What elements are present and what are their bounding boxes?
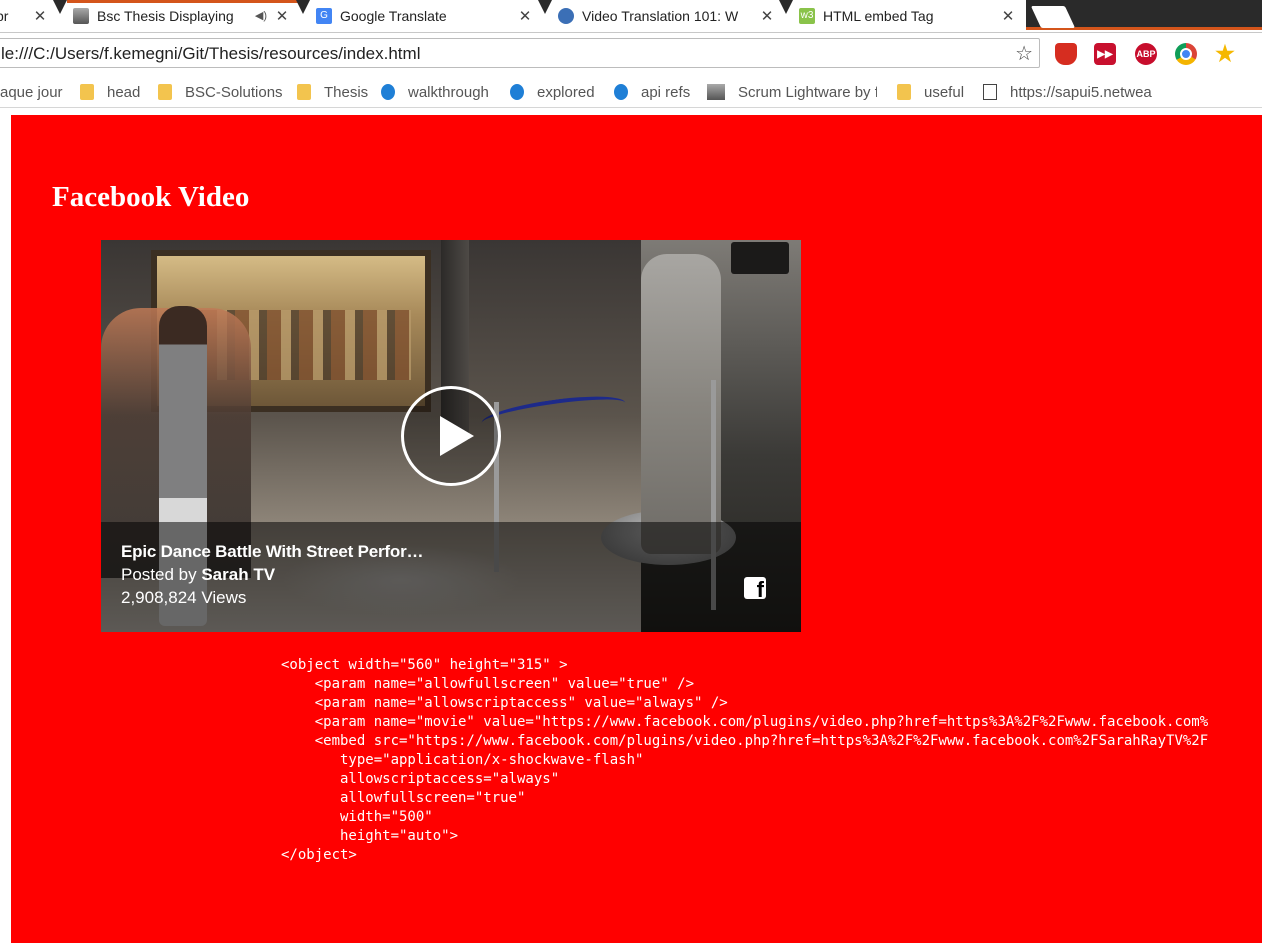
close-icon[interactable]: ✕ bbox=[999, 7, 1017, 25]
video-frame-performer bbox=[641, 254, 721, 554]
close-icon[interactable]: ✕ bbox=[273, 7, 291, 25]
code-line: width="500" bbox=[281, 809, 433, 825]
tab-title: pr bbox=[0, 7, 9, 24]
code-line: <param name="allowfullscreen" value="tru… bbox=[281, 676, 695, 692]
video-frame-rope bbox=[479, 390, 628, 436]
tab-0[interactable]: pr ✕ bbox=[0, 0, 57, 31]
bookmark-label: explored bbox=[537, 83, 595, 101]
forward-extension-icon[interactable]: ▶▶ bbox=[1094, 43, 1116, 65]
tab-2[interactable]: G Google Translate ✕ bbox=[310, 0, 542, 31]
code-line: <embed src="https://www.facebook.com/plu… bbox=[281, 733, 1209, 749]
facebook-logo-glyph: f bbox=[756, 577, 764, 600]
globe-icon bbox=[510, 84, 524, 100]
code-line: <param name="movie" value="https://www.f… bbox=[281, 714, 1209, 730]
bookmark-item[interactable]: https://sapui5.netwea bbox=[983, 82, 1153, 102]
posted-by-label: Posted by bbox=[121, 565, 197, 584]
video-author[interactable]: Sarah TV bbox=[201, 565, 275, 584]
tab-title: Video Translation 101: W bbox=[582, 7, 739, 24]
w3schools-icon: w3 bbox=[799, 7, 815, 24]
facebook-video-player[interactable]: Epic Dance Battle With Street Perfor… Po… bbox=[101, 240, 801, 632]
globe-icon bbox=[381, 84, 395, 100]
code-line: allowfullscreen="true" bbox=[281, 790, 526, 806]
play-button[interactable] bbox=[401, 386, 501, 486]
page-title: Facebook Video bbox=[52, 181, 250, 213]
tab-strip: pr ✕ Bsc Thesis Displaying ◀) ✕ G Google… bbox=[0, 0, 1262, 33]
toolbar: le:///C:/Users/f.kemegni/Git/Thesis/reso… bbox=[0, 33, 1262, 76]
bookmark-label: head bbox=[107, 83, 141, 101]
bookmark-star-icon[interactable]: ☆ bbox=[1015, 41, 1033, 66]
chrome-icon[interactable] bbox=[1175, 43, 1197, 65]
bookmark-item[interactable]: BSC-Solutions bbox=[158, 82, 283, 102]
close-icon[interactable]: ✕ bbox=[758, 7, 776, 25]
google-translate-icon: G bbox=[316, 7, 332, 24]
bookmarks-bar: aque jour head BSC-Solutions Thesis walk… bbox=[0, 76, 1262, 108]
bookmark-item[interactable]: aque jour bbox=[0, 82, 63, 102]
favorite-star-icon[interactable]: ★ bbox=[1214, 41, 1236, 66]
bookmark-label: aque jour bbox=[0, 83, 63, 101]
tab-title: Bsc Thesis Displaying bbox=[97, 7, 234, 24]
document-icon bbox=[983, 84, 997, 100]
page-content: Facebook Video Epic Dance Battle With St… bbox=[11, 115, 1262, 943]
bookmark-item[interactable]: useful bbox=[897, 82, 964, 102]
code-line: type="application/x-shockwave-flash" bbox=[281, 752, 644, 768]
video-info-overlay: Epic Dance Battle With Street Perfor… Po… bbox=[101, 522, 801, 632]
tab-title: HTML embed Tag bbox=[823, 7, 934, 24]
tab-title: Google Translate bbox=[340, 7, 447, 24]
close-icon[interactable]: ✕ bbox=[31, 7, 49, 25]
bookmark-label: api refs bbox=[641, 83, 691, 101]
tab-4[interactable]: w3 HTML embed Tag ✕ bbox=[793, 0, 1025, 31]
bookmark-label: useful bbox=[924, 83, 965, 101]
bookmark-label: Scrum Lightware by f bbox=[738, 83, 877, 101]
person-icon bbox=[73, 7, 89, 24]
adblock-plus-icon[interactable]: ABP bbox=[1135, 43, 1157, 65]
code-line: </object> bbox=[281, 847, 357, 863]
tab-separator bbox=[296, 0, 310, 14]
tab-3[interactable]: Video Translation 101: W ✕ bbox=[552, 0, 784, 31]
video-frame-logo bbox=[731, 242, 789, 274]
tab-separator bbox=[538, 0, 552, 14]
bookmark-item[interactable]: head bbox=[80, 82, 140, 102]
tab-separator bbox=[779, 0, 793, 14]
address-bar[interactable]: le:///C:/Users/f.kemegni/Git/Thesis/reso… bbox=[0, 38, 1040, 68]
bookmark-item[interactable]: walkthrough bbox=[381, 82, 489, 102]
folder-icon bbox=[158, 84, 172, 100]
globe-icon bbox=[614, 84, 628, 100]
bookmark-label: BSC-Solutions bbox=[185, 83, 283, 101]
bookmark-item[interactable]: api refs bbox=[614, 82, 690, 102]
bookmark-label: Thesis bbox=[324, 83, 369, 101]
video-posted-by: Posted by Sarah TV bbox=[121, 565, 275, 585]
code-line: height="auto"> bbox=[281, 828, 459, 844]
tab-1[interactable]: Bsc Thesis Displaying ◀) ✕ bbox=[67, 0, 299, 31]
video-title[interactable]: Epic Dance Battle With Street Perfor… bbox=[121, 542, 423, 562]
bookmark-item[interactable]: Scrum Lightware by f bbox=[707, 82, 877, 102]
tab-separator bbox=[53, 0, 67, 14]
bookmark-label: walkthrough bbox=[408, 83, 489, 101]
bookmark-item[interactable]: explored bbox=[510, 82, 595, 102]
folder-icon bbox=[297, 84, 311, 100]
code-line: <param name="allowscriptaccess" value="a… bbox=[281, 695, 728, 711]
code-line: <object width="560" height="315" > bbox=[281, 657, 568, 673]
globe-icon bbox=[558, 7, 574, 24]
folder-icon bbox=[80, 84, 94, 100]
embed-code-block: <object width="560" height="315" > <para… bbox=[281, 656, 1208, 865]
speaker-icon[interactable]: ◀) bbox=[255, 9, 267, 22]
bookmark-item[interactable]: Thesis bbox=[297, 82, 368, 102]
code-line: allowscriptaccess="always" bbox=[281, 771, 560, 787]
close-icon[interactable]: ✕ bbox=[516, 7, 534, 25]
address-url[interactable]: le:///C:/Users/f.kemegni/Git/Thesis/reso… bbox=[1, 44, 420, 64]
facebook-logo-icon[interactable]: f bbox=[744, 577, 766, 599]
video-view-count: 2,908,824 Views bbox=[121, 588, 247, 607]
bookmark-label: https://sapui5.netwea bbox=[1010, 83, 1152, 101]
person-icon bbox=[707, 84, 725, 100]
folder-icon bbox=[897, 84, 911, 100]
stop-extension-icon[interactable] bbox=[1055, 43, 1077, 65]
